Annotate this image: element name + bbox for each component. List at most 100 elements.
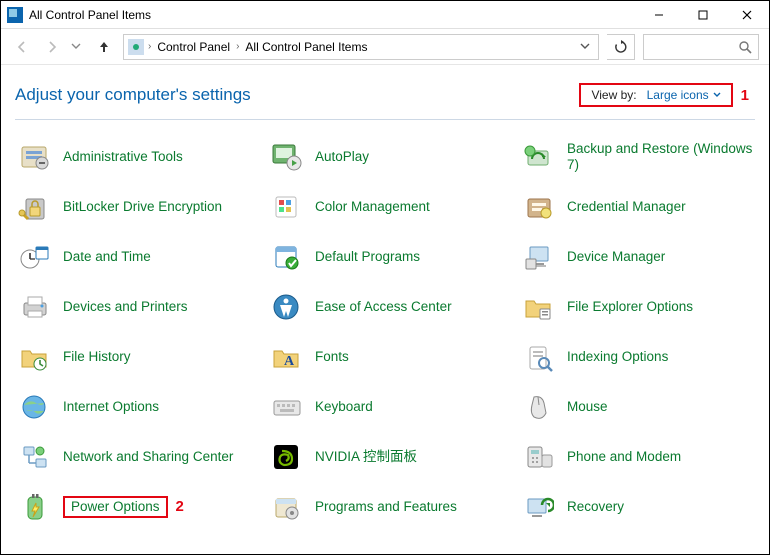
fonts-icon — [269, 340, 303, 374]
control-panel-item[interactable]: Recovery — [519, 488, 769, 526]
control-panel-item[interactable]: Ease of Access Center — [267, 288, 517, 326]
control-panel-item-label: Color Management — [315, 199, 430, 214]
control-panel-item-label: Phone and Modem — [567, 449, 681, 464]
window-title: All Control Panel Items — [29, 8, 151, 22]
control-panel-item-label: File History — [63, 349, 131, 364]
control-panel-item[interactable]: Keyboard — [267, 388, 517, 426]
keyboard-icon — [269, 390, 303, 424]
ease-access-icon — [269, 290, 303, 324]
control-panel-item-label: AutoPlay — [315, 149, 369, 164]
nav-back-button[interactable] — [11, 36, 33, 58]
control-panel-item[interactable]: Administrative Tools — [15, 138, 265, 176]
address-bar[interactable]: › Control Panel › All Control Panel Item… — [123, 34, 599, 60]
control-panel-item-label: File Explorer Options — [567, 299, 693, 314]
close-button[interactable] — [725, 1, 769, 29]
control-panel-item-label: Power Options — [71, 499, 160, 514]
control-panel-item-label: Devices and Printers — [63, 299, 188, 314]
minimize-button[interactable] — [637, 1, 681, 29]
bitlocker-icon — [17, 190, 51, 224]
maximize-button[interactable] — [681, 1, 725, 29]
nav-forward-button[interactable] — [41, 36, 63, 58]
control-panel-item-label: NVIDIA 控制面板 — [315, 449, 417, 464]
control-panel-item-label: Indexing Options — [567, 349, 668, 364]
control-panel-item[interactable]: Devices and Printers — [15, 288, 265, 326]
datetime-icon — [17, 240, 51, 274]
search-icon — [738, 40, 752, 54]
control-panel-item[interactable]: Network and Sharing Center — [15, 438, 265, 476]
control-panel-item[interactable]: Credential Manager — [519, 188, 769, 226]
mouse-icon — [521, 390, 555, 424]
programs-features-icon — [269, 490, 303, 524]
control-panel-item[interactable]: Fonts — [267, 338, 517, 376]
recovery-icon — [521, 490, 555, 524]
control-panel-item-label: BitLocker Drive Encryption — [63, 199, 222, 214]
address-dropdown-icon[interactable] — [576, 39, 594, 54]
control-panel-item-label: Date and Time — [63, 249, 151, 264]
view-by-label: View by: — [591, 88, 636, 102]
chevron-down-icon — [713, 88, 721, 102]
control-panel-item[interactable]: Date and Time — [15, 238, 265, 276]
breadcrumb-sep-icon: › — [148, 41, 151, 52]
control-panel-item[interactable]: Backup and Restore (Windows 7) — [519, 138, 769, 176]
nav-history-dropdown[interactable] — [71, 39, 85, 54]
control-panel-item[interactable]: File Explorer Options — [519, 288, 769, 326]
backup-restore-icon — [521, 140, 555, 174]
control-panel-title-icon — [7, 7, 23, 23]
control-panel-item-label: Network and Sharing Center — [63, 449, 233, 464]
control-panel-item[interactable]: Indexing Options — [519, 338, 769, 376]
search-input[interactable] — [643, 34, 759, 60]
control-panel-item-label: Backup and Restore (Windows 7) — [567, 141, 752, 172]
indexing-icon — [521, 340, 555, 374]
credential-icon — [521, 190, 555, 224]
refresh-button[interactable] — [607, 34, 635, 60]
color-mgmt-icon — [269, 190, 303, 224]
phone-modem-icon — [521, 440, 555, 474]
control-panel-item-label: Programs and Features — [315, 499, 457, 514]
control-panel-grid: Administrative Tools AutoPlay Backup and R… — [1, 132, 769, 526]
control-panel-item-label: Administrative Tools — [63, 149, 183, 164]
control-panel-item[interactable]: Mouse — [519, 388, 769, 426]
view-by-control[interactable]: View by: Large icons — [579, 83, 732, 107]
control-panel-item-label: Device Manager — [567, 249, 665, 264]
control-panel-item-label: Mouse — [567, 399, 608, 414]
control-panel-item[interactable]: Default Programs — [267, 238, 517, 276]
control-panel-item[interactable]: File History — [15, 338, 265, 376]
control-panel-item[interactable]: Internet Options — [15, 388, 265, 426]
control-panel-item[interactable]: AutoPlay — [267, 138, 517, 176]
nvidia-icon — [269, 440, 303, 474]
control-panel-item-label: Fonts — [315, 349, 349, 364]
breadcrumb-current[interactable]: All Control Panel Items — [243, 40, 369, 54]
control-panel-item[interactable]: NVIDIA 控制面板 — [267, 438, 517, 476]
admin-tools-icon — [17, 140, 51, 174]
control-panel-item-label: Recovery — [567, 499, 624, 514]
nav-up-button[interactable] — [93, 36, 115, 58]
control-panel-item[interactable]: Programs and Features — [267, 488, 517, 526]
breadcrumb-sep-icon: › — [236, 41, 239, 52]
autoplay-icon — [269, 140, 303, 174]
devices-printers-icon — [17, 290, 51, 324]
device-manager-icon — [521, 240, 555, 274]
annotation-1: 1 — [741, 87, 749, 104]
file-history-icon — [17, 340, 51, 374]
internet-opts-icon — [17, 390, 51, 424]
control-panel-item-label: Default Programs — [315, 249, 420, 264]
navigation-bar: › Control Panel › All Control Panel Item… — [1, 29, 769, 65]
control-panel-item[interactable]: BitLocker Drive Encryption — [15, 188, 265, 226]
annotation-2: 2 — [176, 498, 184, 515]
default-programs-icon — [269, 240, 303, 274]
control-panel-item-label: Credential Manager — [567, 199, 686, 214]
view-by-value[interactable]: Large icons — [647, 88, 721, 102]
control-panel-item[interactable]: Color Management — [267, 188, 517, 226]
power-options-icon — [17, 490, 51, 524]
network-sharing-icon — [17, 440, 51, 474]
window-titlebar: All Control Panel Items — [1, 1, 769, 29]
heading-row: Adjust your computer's settings View by:… — [1, 65, 769, 115]
control-panel-item-label: Internet Options — [63, 399, 159, 414]
control-panel-item-label: Ease of Access Center — [315, 299, 452, 314]
control-panel-item[interactable]: Device Manager — [519, 238, 769, 276]
control-panel-item-label: Keyboard — [315, 399, 373, 414]
control-panel-item[interactable]: Phone and Modem — [519, 438, 769, 476]
control-panel-item[interactable]: Power Options 2 — [15, 488, 265, 526]
page-heading: Adjust your computer's settings — [15, 85, 251, 105]
breadcrumb-root[interactable]: Control Panel — [155, 40, 232, 54]
